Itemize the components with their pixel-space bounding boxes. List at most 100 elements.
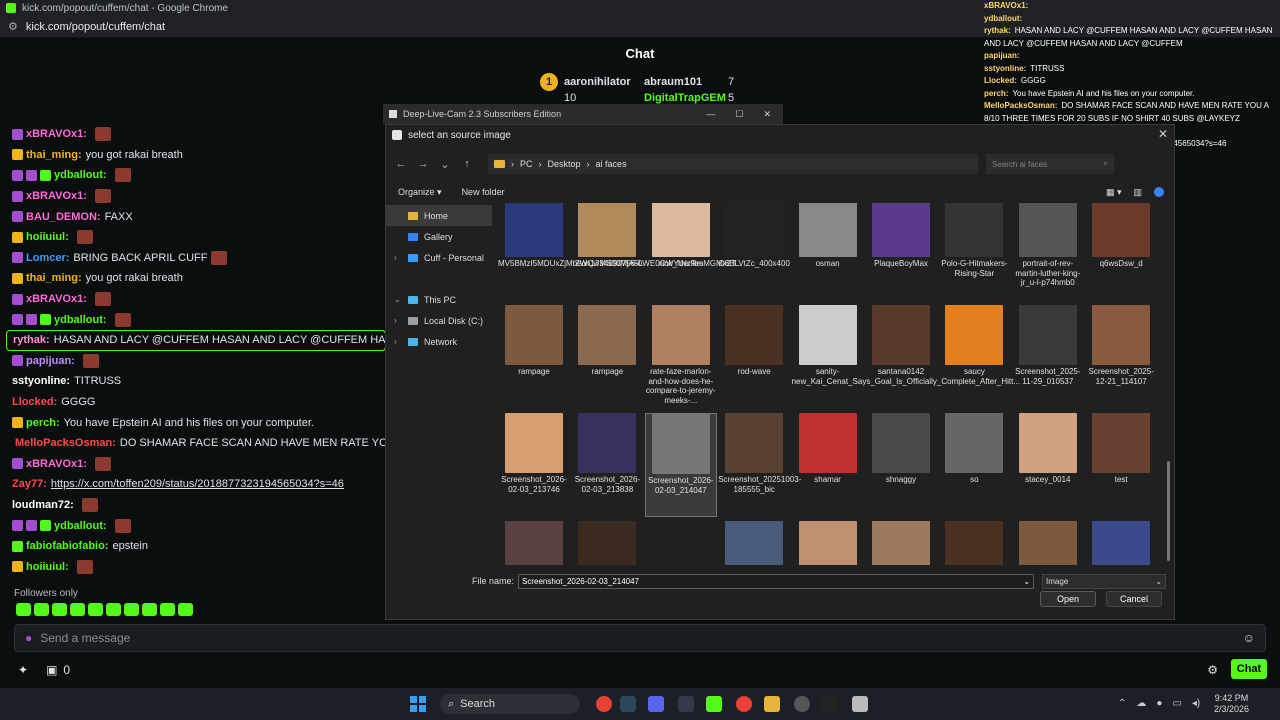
file-item[interactable]: Wb58EWy (938, 521, 1010, 565)
file-item[interactable]: so (938, 413, 1010, 517)
organize-button[interactable]: Organize ▾ (398, 187, 442, 198)
chat-username[interactable]: ydballout: (54, 520, 107, 532)
file-item[interactable]: rate-faze-marlon-and-how-does-he-compare… (645, 305, 717, 409)
chat-username[interactable]: xBRAVOx1: (26, 293, 87, 305)
breadcrumb-item[interactable]: PC (520, 159, 533, 169)
chat-username[interactable]: ydballout: (54, 169, 107, 181)
preview-pane-icon[interactable]: ▥ (1133, 187, 1142, 198)
new-folder-button[interactable]: New folder (462, 187, 505, 197)
chat-link[interactable]: https://x.com/toffen209/status/201887732… (51, 478, 344, 490)
kick-app-icon[interactable] (706, 696, 722, 712)
search-input[interactable]: Search ai faces ⌕ (986, 154, 1114, 174)
emote-icon[interactable] (124, 603, 139, 616)
file-item[interactable]: shamar (792, 413, 864, 517)
file-item[interactable]: rod-wave (718, 305, 790, 409)
start-button[interactable] (410, 696, 426, 712)
file-item[interactable]: Polo-G-Hitmakers-Rising-Star (938, 203, 1010, 301)
emote-icon[interactable] (88, 603, 103, 616)
chat-username[interactable]: Llocked: (12, 396, 57, 408)
nav-item[interactable]: › Network (386, 331, 492, 352)
settings-gear-icon[interactable]: ⚙ (1207, 663, 1218, 677)
emote-icon[interactable] (52, 603, 67, 616)
emote-icon[interactable] (142, 603, 157, 616)
file-item[interactable]: test (1085, 413, 1157, 517)
expand-chevron-icon[interactable]: › (394, 253, 397, 262)
chat-message-list[interactable]: xBRAVOx1: thai_ming: you got rakai breath y… (6, 124, 386, 584)
file-item[interactable]: rampage (498, 305, 570, 409)
chat-username[interactable]: MelloPacksOsman: (15, 437, 116, 449)
chat-username[interactable]: xBRAVOx1: (26, 128, 87, 140)
system-tray[interactable]: ⌃ ☁ ● ▭ ◂) (1118, 698, 1200, 709)
chat-username[interactable]: Lomcer: (26, 252, 69, 264)
nav-item[interactable]: › Local Disk (C:) (386, 310, 492, 331)
chat-username[interactable]: rythak: (13, 334, 50, 346)
mic-icon[interactable]: ● (25, 631, 32, 645)
emote-bar[interactable] (16, 603, 193, 616)
file-item[interactable]: TRANSPARENT_BAU_LOGO (645, 521, 717, 565)
filename-input[interactable]: Screenshot_2026-02-03_214047 ⌄ (518, 573, 1035, 589)
file-item[interactable]: Screenshot_2025-12-21_114107 (1085, 305, 1157, 409)
emote-icon[interactable] (160, 603, 175, 616)
close-icon[interactable]: ✕ (763, 109, 771, 120)
app-icon[interactable] (678, 696, 694, 712)
leader-name[interactable]: abraum101 (644, 76, 724, 88)
chat-username[interactable]: xBRAVOx1: (26, 458, 87, 470)
discord-app-icon[interactable] (648, 696, 664, 712)
cancel-button[interactable]: Cancel (1106, 591, 1162, 607)
send-message-input[interactable]: ● Send a message ☺ (14, 624, 1266, 652)
terminal-app-icon[interactable] (822, 696, 838, 712)
volume-icon[interactable]: ◂) (1192, 698, 1200, 709)
file-item[interactable]: rampage (571, 305, 643, 409)
file-item[interactable]: yourrage-4 (1012, 521, 1084, 565)
breadcrumb-item[interactable]: ai faces (596, 159, 627, 169)
nav-item[interactable]: › Cuff - Personal (386, 247, 492, 268)
open-button[interactable]: Open (1040, 591, 1096, 607)
file-item[interactable]: twitch-mizkif-e1630488553582-780x438 (718, 521, 790, 565)
url-text[interactable]: kick.com/popout/cuffem/chat (26, 21, 165, 33)
nav-item[interactable]: Home (386, 205, 492, 226)
site-info-icon[interactable]: ⚙ (8, 20, 18, 33)
file-item[interactable]: O8BLVtZc_400x400 (718, 203, 790, 301)
steam-app-icon[interactable] (620, 696, 636, 712)
file-item[interactable]: Screenshot_20251003-185555_bic (718, 413, 801, 517)
file-item[interactable]: santana0142 (865, 305, 937, 409)
up-arrow-icon[interactable]: ↑ (456, 158, 478, 170)
file-item[interactable]: stacey_0014 (1012, 413, 1084, 517)
emote-icon[interactable] (70, 603, 85, 616)
file-item[interactable]: Screenshot_2026-02-03_213746 (498, 413, 570, 517)
chevron-down-icon[interactable]: ⌄ (1023, 577, 1030, 586)
back-arrow-icon[interactable]: ← (390, 158, 412, 170)
deep-live-cam-icon[interactable] (852, 696, 868, 712)
file-item[interactable]: tik-tok-impact-10p-pkg-frame-568 (498, 521, 570, 565)
chrome-app-icon[interactable] (596, 696, 612, 712)
chat-username[interactable]: ydballout: (54, 314, 107, 326)
file-item[interactable]: shnaggy (865, 413, 937, 517)
view-options-icon[interactable]: ▦ ▾ (1106, 187, 1122, 198)
filename-value[interactable]: Screenshot_2026-02-03_214047 (522, 577, 639, 586)
expand-chevron-icon[interactable]: ⌄ (394, 295, 401, 304)
file-item[interactable]: sanity-new_Kai_Cenat_Says_Goal_Is_Offici… (792, 305, 1020, 409)
taskbar-search[interactable]: ⌕ Search (440, 694, 580, 714)
chevron-up-icon[interactable]: ⌃ (1118, 698, 1126, 709)
file-grid-scrollbar[interactable] (1167, 461, 1170, 561)
chat-username[interactable]: hoiiuiul: (26, 561, 69, 573)
chat-username[interactable]: hoiiuiul: (26, 231, 69, 243)
chat-username[interactable]: thai_ming: (26, 272, 82, 284)
emote-icon[interactable] (178, 603, 193, 616)
file-explorer-icon[interactable] (764, 696, 780, 712)
leader-name[interactable]: DigitalTrapGEM (644, 92, 726, 104)
chat-username[interactable]: thai_ming: (26, 149, 82, 161)
chat-username[interactable]: BAU_DEMON: (26, 211, 101, 223)
gift-icon[interactable]: ▣ (46, 663, 57, 677)
help-icon[interactable] (1154, 186, 1164, 197)
expand-chevron-icon[interactable]: › (394, 316, 397, 325)
emote-icon[interactable] (16, 603, 31, 616)
chat-username[interactable]: sstyonline: (12, 375, 70, 387)
file-item[interactable]: neon1734690756-0 (571, 203, 643, 301)
minimize-icon[interactable]: — (706, 109, 715, 120)
address-breadcrumb[interactable]: › PC › Desktop › ai faces (488, 154, 978, 174)
file-item[interactable]: saucy (938, 305, 1010, 409)
leader-name[interactable]: aaronihilator (564, 76, 636, 88)
close-icon[interactable]: ✕ (1158, 127, 1168, 141)
file-item[interactable]: vilOsuP8yZxeBa6z (865, 521, 937, 565)
